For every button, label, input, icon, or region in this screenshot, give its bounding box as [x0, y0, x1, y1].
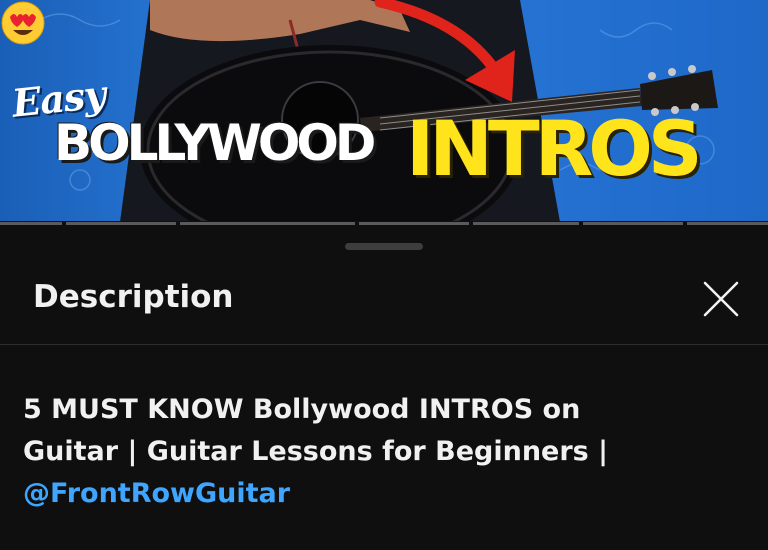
channel-handle-link[interactable]: @FrontRowGuitar	[23, 473, 743, 515]
chapter-segment	[180, 222, 355, 225]
chapter-progress-bar[interactable]	[0, 221, 768, 227]
drag-handle[interactable]	[345, 243, 423, 250]
close-button[interactable]	[696, 274, 746, 324]
video-title-line: 5 MUST KNOW Bollywood INTROS on	[23, 394, 581, 425]
chapter-segment	[687, 222, 768, 225]
video-thumbnail[interactable]: Easy BOLLYWOOD INTROS	[0, 0, 768, 222]
panel-title: Description	[33, 279, 234, 315]
heart-eyes-emoji-icon	[1, 1, 45, 45]
chapter-segment	[359, 222, 469, 225]
panel-divider	[0, 344, 768, 345]
video-title-text: 5 MUST KNOW Bollywood INTROS on Guitar |…	[23, 389, 743, 515]
thumbnail-text-intros: INTROS	[406, 104, 703, 193]
video-title-line: Guitar | Guitar Lessons for Beginners |	[23, 436, 609, 467]
chapter-segment	[583, 222, 683, 225]
chapter-segment	[473, 222, 579, 225]
chapter-segment	[66, 222, 176, 225]
description-panel: Description 5 MUST KNOW Bollywood INTROS…	[0, 229, 768, 550]
close-icon	[703, 281, 739, 317]
chapter-segment	[0, 222, 62, 225]
thumbnail-text-bollywood: BOLLYWOOD	[54, 114, 376, 172]
